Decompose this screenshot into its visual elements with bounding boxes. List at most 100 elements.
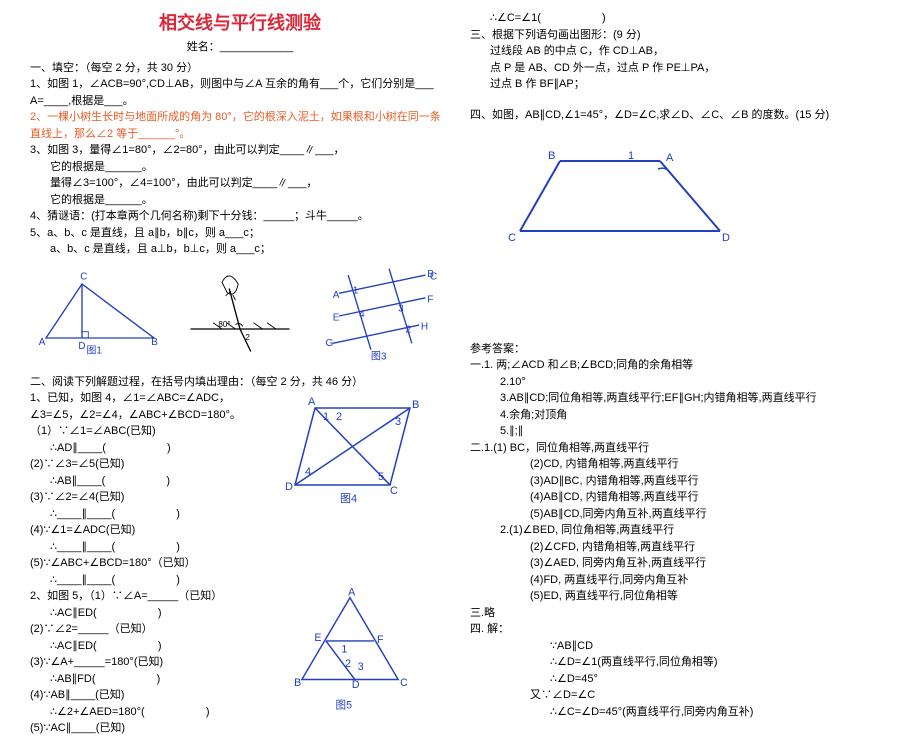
q2: 2、一棵小树生长时与地面所成的角为 80°，它的根深入泥土，如果根和小树在同一条… bbox=[30, 109, 450, 142]
a2-2-2: (2)∠CFD, 内错角相等,两直线平行 bbox=[470, 539, 890, 556]
p2-2-4: (3)∵∠A+_____=180°(已知) bbox=[30, 654, 270, 671]
svg-text:B: B bbox=[294, 677, 301, 689]
svg-text:C: C bbox=[430, 271, 437, 282]
p2-2-6: (4)∵AB∥____(已知) bbox=[30, 687, 270, 704]
p2-1-1: （1）∵∠1=∠ABC(已知) bbox=[30, 423, 270, 440]
a1-5: 5.∥;∥ bbox=[470, 423, 890, 440]
svg-text:B: B bbox=[412, 399, 419, 411]
a2-2-4: (4)FD, 两直线平行,同旁内角互补 bbox=[470, 572, 890, 589]
q3-3: 量得∠3=100°，∠4=100°，由此可以判定____∥___， bbox=[30, 175, 450, 192]
figure-1-svg: C A B D 图1 bbox=[30, 266, 170, 356]
q1b: A=____,根据是___。 bbox=[30, 93, 450, 110]
figure-3-svg: A B E C F G H 1 4 3 2 图3 bbox=[310, 266, 450, 366]
s3-3: 过点 B 作 BF∥AP； bbox=[470, 76, 890, 93]
fig3-label: 图3 bbox=[371, 350, 387, 362]
svg-text:C: C bbox=[390, 485, 398, 497]
a1-3: 3.AB∥CD;同位角相等,两直线平行;EF∥GH;内错角相等,两直线平行 bbox=[470, 390, 890, 407]
doc-title: 相交线与平行线测验 bbox=[30, 10, 450, 37]
svg-text:D: D bbox=[722, 232, 730, 244]
left-column: 相交线与平行线测验 姓名：____________ 一、填空：（每空 2 分，共… bbox=[20, 10, 460, 640]
q5-1: 5、a、b、c 是直线，且 a∥b，b∥c，则 a___c； bbox=[30, 225, 450, 242]
a2-5: (5)AB∥CD,同旁内角互补,两直线平行 bbox=[470, 506, 890, 523]
svg-text:2: 2 bbox=[345, 658, 351, 670]
p2-2-7: ∴∠2+∠AED=180°( ) bbox=[30, 704, 270, 721]
a2-3: (3)AD∥BC, 内错角相等,两直线平行 bbox=[470, 473, 890, 490]
svg-text:1: 1 bbox=[323, 411, 329, 423]
svg-text:5: 5 bbox=[378, 471, 384, 483]
svg-text:B: B bbox=[151, 337, 158, 348]
a3: 三.略 bbox=[470, 605, 890, 622]
svg-text:D: D bbox=[352, 679, 360, 691]
r1-text: ∴∠C=∠1( bbox=[490, 12, 541, 24]
svg-text:4: 4 bbox=[359, 308, 365, 319]
svg-text:4: 4 bbox=[305, 466, 311, 478]
svg-text:3: 3 bbox=[398, 303, 404, 314]
p2-2-1: ∴AC∥ED( ) bbox=[30, 605, 270, 622]
p2-1-3: (2)∵∠3=∠5(已知) bbox=[30, 456, 270, 473]
p2-1-8: ∴____∥____( ) bbox=[30, 539, 270, 556]
a2-2-5: (5)ED, 两直线平行,同位角相等 bbox=[470, 588, 890, 605]
problem2-2-row: 2、如图 5，（1）∵∠A=_____（已知） ∴AC∥ED( ) (2)∵∠2… bbox=[30, 588, 450, 737]
fig5-label: 图5 bbox=[336, 699, 353, 711]
p2-1-10: ∴____∥____( ) bbox=[30, 572, 270, 589]
svg-text:2: 2 bbox=[336, 411, 342, 423]
section1-head: 一、填空：（每空 2 分，共 30 分） bbox=[30, 60, 450, 77]
a2-4: (4)AB∥CD, 内错角相等,两直线平行 bbox=[470, 489, 890, 506]
a2-h: 二.1.(1) BC，同位角相等,两直线平行 bbox=[470, 440, 890, 457]
q1: 1、如图 1，∠ACB=90°,CD⊥AB，则图中与∠A 互余的角有___个，它… bbox=[30, 76, 450, 93]
s3-2: 点 P 是 AB、CD 外一点，过点 P 作 PE⊥PA， bbox=[470, 60, 890, 77]
p2-2-2: (2)∵∠2=_____（已知） bbox=[30, 621, 270, 638]
a2-2-3: (3)∠AED, 同旁内角互补,两直线平行 bbox=[470, 555, 890, 572]
p2-2: 2、如图 5，（1）∵∠A=_____（已知） bbox=[30, 588, 270, 605]
figure-sec4-svg: B A 1 C D bbox=[490, 131, 750, 261]
svg-text:1: 1 bbox=[353, 285, 359, 296]
svg-text:80°: 80° bbox=[218, 320, 230, 329]
a4-4: 又∵∠D=∠C bbox=[470, 687, 890, 704]
problem2-1-row: 1、已知，如图 4，∠1=∠ABC=∠ADC，∠3=∠5，∠2=∠4，∠ABC+… bbox=[30, 390, 450, 588]
p2-2-3: ∴AC∥ED( ) bbox=[30, 638, 270, 655]
r1: ∴∠C=∠1( ) bbox=[470, 10, 890, 27]
svg-text:A: A bbox=[39, 337, 46, 348]
a2-2: (2)CD, 内错角相等,两直线平行 bbox=[470, 456, 890, 473]
figure-5-svg: A B C D E F 1 2 3 图5 bbox=[270, 588, 430, 718]
q3-2: 它的根据是______。 bbox=[30, 159, 450, 176]
name-prefix: 姓名： bbox=[187, 41, 220, 53]
a4-3: ∴∠D=45° bbox=[470, 671, 890, 688]
diagram-row: C A B D 图1 80° 2 A B bbox=[30, 266, 450, 366]
svg-text:A: A bbox=[348, 588, 356, 599]
svg-text:D: D bbox=[78, 340, 85, 351]
name-line: 姓名：____________ bbox=[30, 39, 450, 56]
svg-text:3: 3 bbox=[395, 416, 401, 428]
fig4-label: 图4 bbox=[340, 492, 357, 505]
sec3-head: 三、根据下列语句画出图形：(9 分) bbox=[470, 27, 890, 44]
a4-1: ∵AB∥CD bbox=[470, 638, 890, 655]
s3-1: 过线段 AB 的中点 C，作 CD⊥AB， bbox=[470, 43, 890, 60]
svg-text:B: B bbox=[548, 150, 555, 162]
p2-2-8: (5)∵AC∥____(已知) bbox=[30, 720, 270, 737]
p2-2-5: ∴AB∥FD( ) bbox=[30, 671, 270, 688]
sec4-head: 四、如图，AB∥CD,∠1=45°，∠D=∠C,求∠D、∠C、∠B 的度数。(1… bbox=[470, 107, 890, 124]
svg-text:3: 3 bbox=[358, 661, 364, 673]
svg-text:F: F bbox=[427, 294, 433, 305]
svg-text:1: 1 bbox=[628, 150, 634, 162]
svg-text:G: G bbox=[325, 338, 333, 349]
svg-text:A: A bbox=[666, 152, 674, 164]
svg-text:D: D bbox=[285, 481, 293, 493]
a4-5: ∴∠C=∠D=45°(两直线平行,同旁内角互补) bbox=[470, 704, 890, 721]
svg-text:E: E bbox=[314, 632, 321, 644]
a4-h: 四. 解： bbox=[470, 621, 890, 638]
svg-text:2: 2 bbox=[405, 324, 411, 335]
p2-1-4: ∴AB∥____( ) bbox=[30, 473, 270, 490]
svg-text:E: E bbox=[333, 312, 340, 323]
svg-text:C: C bbox=[508, 232, 516, 244]
svg-text:C: C bbox=[80, 271, 87, 282]
svg-text:A: A bbox=[308, 396, 316, 408]
figure-tree-svg: 80° 2 bbox=[170, 266, 310, 356]
figure-4-svg: A B C D 1 2 3 4 5 图4 bbox=[270, 390, 440, 510]
section2-head: 二、阅读下列解题过程，在括号内填出理由：（每空 2 分，共 46 分） bbox=[30, 374, 450, 391]
a2-2h: 2.(1)∠BED, 同位角相等,两直线平行 bbox=[470, 522, 890, 539]
svg-text:H: H bbox=[421, 321, 428, 332]
svg-text:C: C bbox=[400, 677, 408, 689]
a1-2: 2.10° bbox=[470, 374, 890, 391]
q3-1: 3、如图 3，量得∠1=80°，∠2=80°，由此可以判定____∥___， bbox=[30, 142, 450, 159]
